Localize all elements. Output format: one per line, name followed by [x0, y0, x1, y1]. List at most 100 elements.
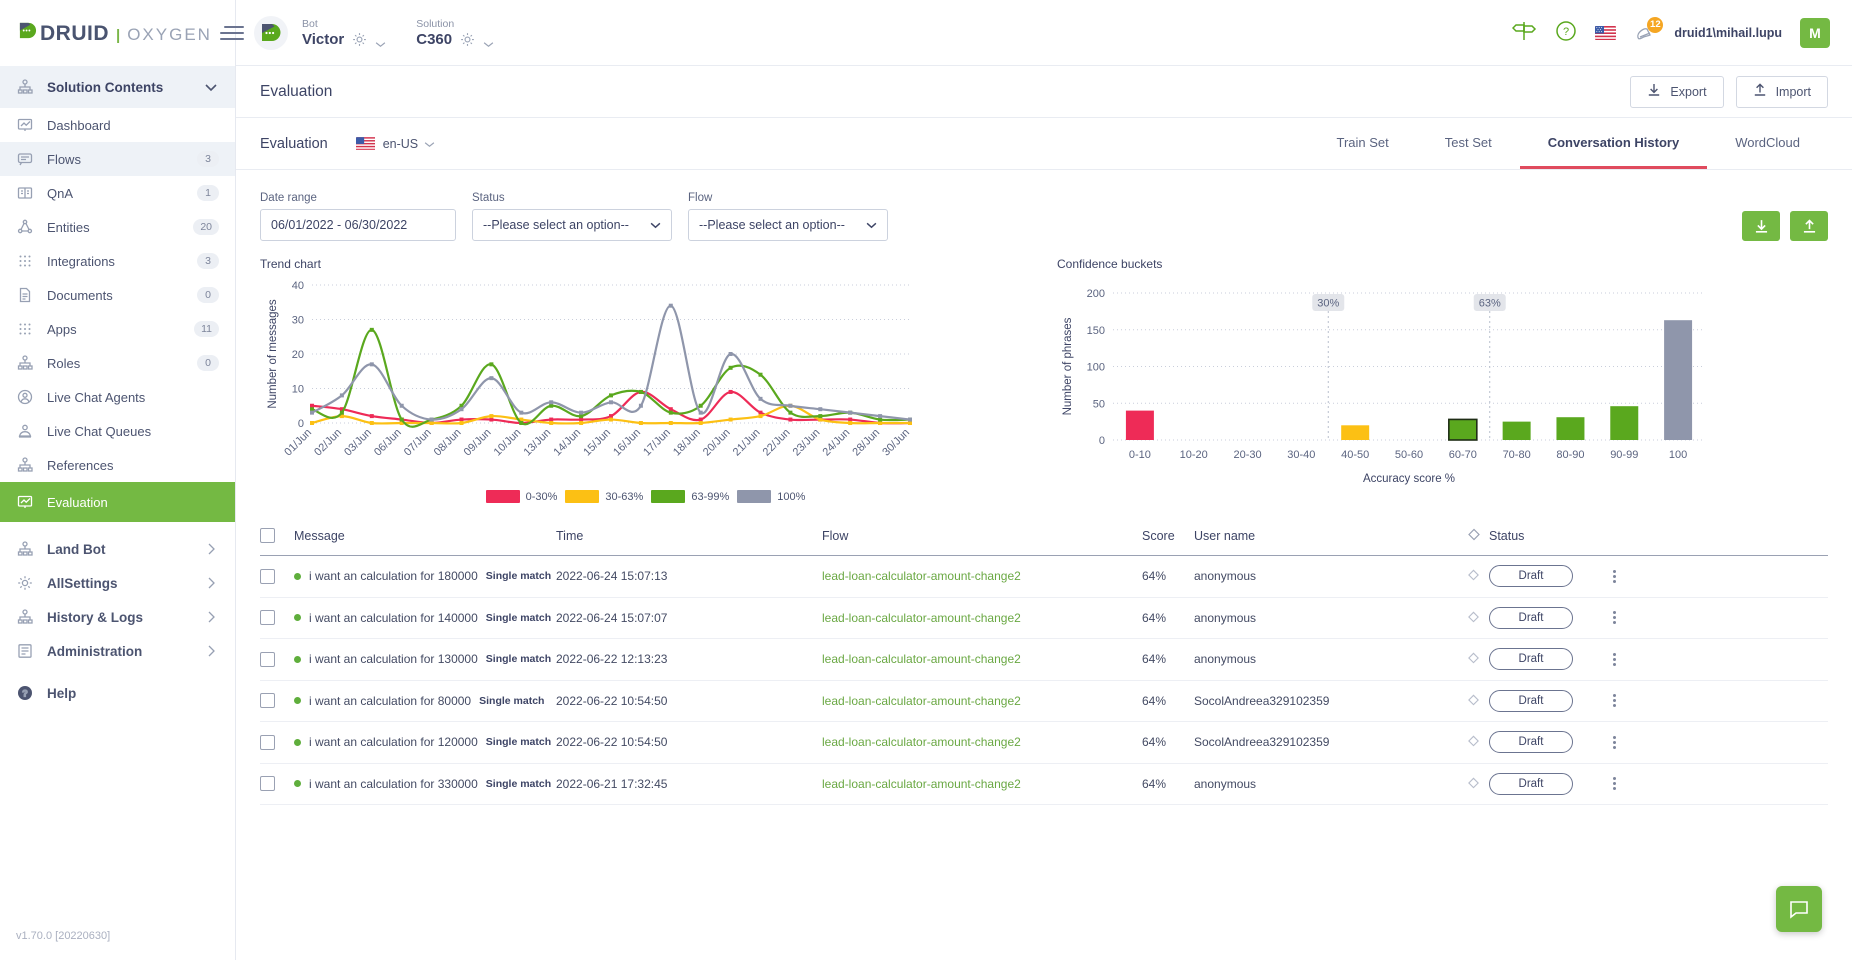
cell-score: 64%	[1142, 693, 1167, 708]
column-header-time: Time	[556, 528, 584, 543]
row-checkbox[interactable]	[260, 651, 275, 667]
chevron-down-icon[interactable]	[375, 36, 386, 47]
avatar[interactable]: M	[1800, 17, 1830, 48]
cell-flow-link[interactable]: lead-loan-calculator-amount-change2	[822, 611, 1021, 625]
cell-flow-link[interactable]: lead-loan-calculator-amount-change2	[822, 694, 1021, 708]
bot-selector[interactable]: Bot Victor	[302, 18, 386, 48]
sidebar-item-references[interactable]: References	[0, 448, 235, 482]
sidebar-item-flows[interactable]: Flows 3	[0, 142, 235, 176]
table-row[interactable]: i want an calculation for 130000 Single m…	[260, 639, 1828, 681]
tab-test-set[interactable]: Test Set	[1417, 118, 1520, 169]
legend-item[interactable]: 100%	[737, 490, 805, 503]
legend-item[interactable]: 0-30%	[485, 490, 557, 503]
apps-icon	[16, 321, 33, 338]
solution-selector[interactable]: Solution C360	[416, 18, 494, 48]
row-menu-button[interactable]	[1612, 652, 1616, 666]
us-flag-icon[interactable]	[1595, 25, 1617, 40]
legend-item[interactable]: 63-99%	[651, 490, 729, 503]
upload-data-button[interactable]	[1790, 211, 1828, 241]
language-selector[interactable]: en-US	[355, 136, 435, 151]
svg-text:90-99: 90-99	[1610, 449, 1638, 461]
sidebar-item-qna[interactable]: QnA 1	[0, 176, 235, 210]
druid-logo: DRUID | OXYGEN	[18, 21, 212, 46]
sidebar-item-badge: 0	[197, 355, 219, 371]
table-row[interactable]: i want an calculation for 140000 Single m…	[260, 598, 1828, 639]
cell-flow-link[interactable]: lead-loan-calculator-amount-change2	[822, 777, 1021, 791]
tab-wordcloud[interactable]: WordCloud	[1707, 118, 1828, 169]
sidebar-item-live-chat-queues[interactable]: Live Chat Queues	[0, 414, 235, 448]
tab-train-set[interactable]: Train Set	[1308, 118, 1416, 169]
row-checkbox[interactable]	[260, 734, 275, 750]
tag-icon[interactable]	[1467, 651, 1480, 667]
status-badge[interactable]: Draft	[1489, 772, 1573, 795]
cell-flow-link[interactable]: lead-loan-calculator-amount-change2	[822, 735, 1021, 749]
export-label: Export	[1670, 84, 1707, 99]
sidebar-item-help[interactable]: ? Help	[0, 676, 235, 710]
sidebar-item-documents[interactable]: Documents 0	[0, 278, 235, 312]
help-circle-icon[interactable]: ?	[1555, 20, 1577, 45]
svg-text:21/Jun: 21/Jun	[731, 427, 763, 459]
sidebar-section-solution-contents[interactable]: Solution Contents	[0, 66, 235, 108]
chevron-down-icon[interactable]	[483, 36, 494, 47]
tag-icon[interactable]	[1467, 610, 1480, 626]
gear-icon[interactable]	[352, 32, 367, 47]
signpost-icon[interactable]	[1512, 20, 1537, 45]
chat-fab-button[interactable]	[1776, 886, 1822, 932]
tab-label: WordCloud	[1735, 134, 1800, 150]
notifications-bell[interactable]: 12	[1634, 16, 1664, 44]
cell-flow-link[interactable]: lead-loan-calculator-amount-change2	[822, 569, 1021, 583]
row-checkbox[interactable]	[260, 568, 275, 584]
tag-icon[interactable]	[1467, 693, 1480, 709]
svg-text:09/Jun: 09/Jun	[462, 427, 494, 459]
sidebar-group-allsettings[interactable]: AllSettings	[0, 566, 235, 600]
sidebar-item-integrations[interactable]: Integrations 3	[0, 244, 235, 278]
charts-row: Trend chart 0 10 20 30 40 Number of messages 0…	[260, 257, 1828, 508]
sidebar-item-dashboard[interactable]: Dashboard	[0, 108, 235, 142]
status-badge[interactable]: Draft	[1489, 689, 1573, 712]
sidebar-group-land-bot[interactable]: Land Bot	[0, 532, 235, 566]
gear-icon[interactable]	[460, 32, 475, 47]
tag-icon[interactable]	[1467, 568, 1480, 584]
import-button[interactable]: Import	[1735, 75, 1828, 108]
svg-text:?: ?	[22, 689, 28, 699]
table-row[interactable]: i want an calculation for 180000 Single m…	[260, 556, 1828, 598]
row-menu-button[interactable]	[1612, 694, 1616, 708]
table-row[interactable]: i want an calculation for 80000 Single ma…	[260, 681, 1828, 722]
flow-select[interactable]: --Please select an option--	[688, 209, 888, 241]
row-menu-button[interactable]	[1612, 735, 1616, 749]
row-checkbox[interactable]	[260, 693, 275, 709]
row-menu-button[interactable]	[1612, 569, 1616, 583]
select-all-checkbox[interactable]	[260, 528, 275, 543]
sidebar-item-evaluation[interactable]: Evaluation	[0, 482, 235, 522]
status-badge[interactable]: Draft	[1489, 606, 1573, 629]
export-button[interactable]: Export	[1630, 75, 1724, 108]
status-badge[interactable]: Draft	[1489, 565, 1573, 588]
svg-text:60-70: 60-70	[1449, 449, 1477, 461]
tab-conversation-history[interactable]: Conversation History	[1519, 118, 1708, 169]
row-checkbox[interactable]	[260, 776, 275, 792]
sidebar-item-live-chat-agents[interactable]: Live Chat Agents	[0, 380, 235, 414]
sidebar-item-label: Flows	[47, 151, 81, 167]
tag-icon[interactable]	[1467, 776, 1480, 792]
status-badge[interactable]: Draft	[1489, 648, 1573, 671]
tag-icon[interactable]	[1467, 734, 1480, 750]
sidebar-item-roles[interactable]: Roles 0	[0, 346, 235, 380]
row-checkbox[interactable]	[260, 610, 275, 626]
sidebar-group-history-logs[interactable]: History & Logs	[0, 600, 235, 634]
date-range-input[interactable]	[260, 209, 456, 241]
sidebar-item-apps[interactable]: Apps 11	[0, 312, 235, 346]
sidebar-item-entities[interactable]: Entities 20	[0, 210, 235, 244]
status-badge[interactable]: Draft	[1489, 731, 1573, 754]
language-value: en-US	[382, 136, 419, 151]
download-data-button[interactable]	[1742, 211, 1780, 241]
row-menu-button[interactable]	[1612, 611, 1616, 625]
tabs-bar: Evaluation en-US Train Set Test Set Conv…	[236, 118, 1852, 170]
cell-flow-link[interactable]: lead-loan-calculator-amount-change2	[822, 652, 1021, 666]
status-select[interactable]: --Please select an option--	[472, 209, 672, 241]
row-menu-button[interactable]	[1612, 777, 1616, 791]
sidebar-group-administration[interactable]: Administration	[0, 634, 235, 668]
table-row[interactable]: i want an calculation for 330000 Single m…	[260, 764, 1828, 805]
table-row[interactable]: i want an calculation for 120000 Single m…	[260, 722, 1828, 764]
sidebar-toggle-button[interactable]	[219, 26, 244, 40]
legend-item[interactable]: 30-63%	[565, 490, 643, 503]
